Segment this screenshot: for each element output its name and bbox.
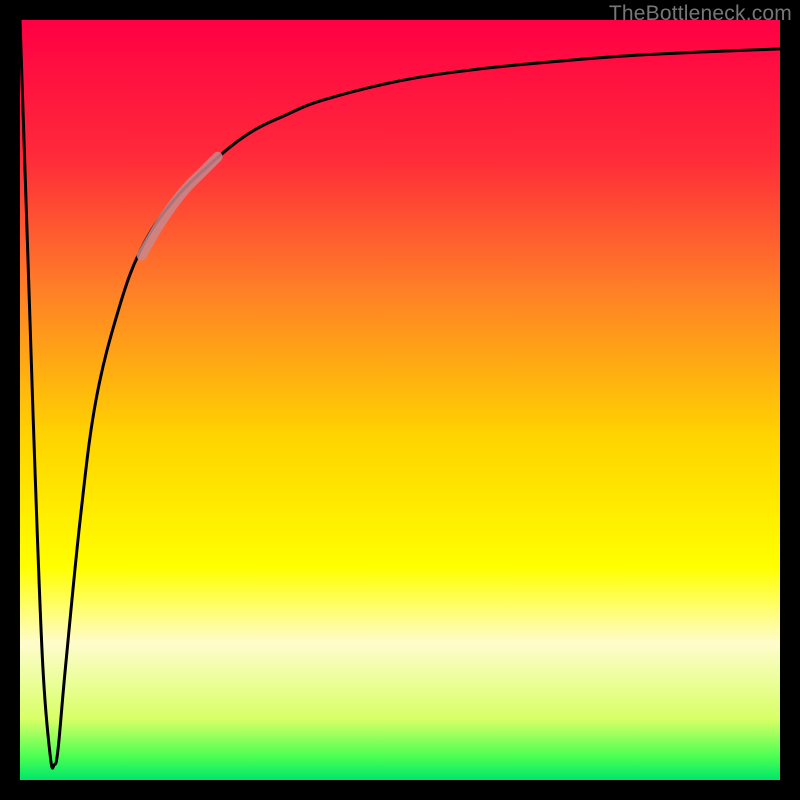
highlight-segment [142,157,218,256]
curve-layer [20,20,780,780]
bottleneck-curve [20,20,780,768]
watermark-text: TheBottleneck.com [609,2,792,26]
chart-frame: TheBottleneck.com [0,0,800,800]
plot-area [20,20,780,780]
